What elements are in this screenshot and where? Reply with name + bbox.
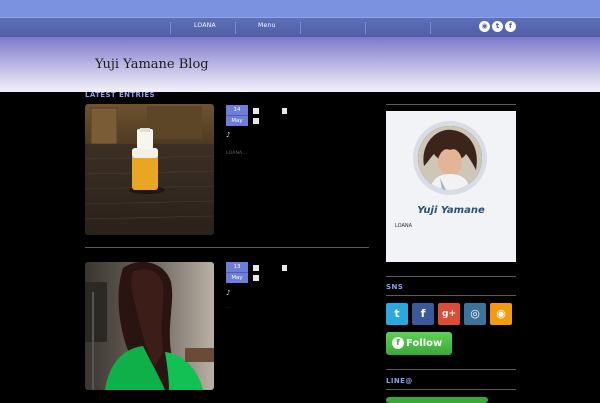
category-icon xyxy=(253,108,259,114)
twitter-icon[interactable]: t xyxy=(492,21,503,32)
feedly-icon: f xyxy=(392,337,404,349)
rss-icon[interactable]: ◉ xyxy=(490,303,512,325)
sns-title: SNS xyxy=(386,283,404,291)
post-excerpt: LOANA... xyxy=(226,151,248,156)
profile-description: LOANA xyxy=(395,223,413,229)
post-month: May xyxy=(231,118,243,124)
site-header: Yuji Yamane Blog xyxy=(0,37,600,92)
sidebar-divider xyxy=(386,276,516,277)
rss-icon[interactable]: ◉ xyxy=(479,21,490,32)
comment-icon xyxy=(282,265,287,271)
post-date-badge: 13 May xyxy=(226,262,248,283)
profile-card: Yuji Yamane LOANA xyxy=(386,111,516,262)
top-strip xyxy=(0,0,600,17)
nav-item-menu[interactable]: Menu xyxy=(258,22,276,29)
avatar-photo xyxy=(418,126,482,190)
sidebar-divider xyxy=(386,104,516,105)
latest-entries-title: LATEST ENTRIES xyxy=(85,91,155,99)
follow-label: Follow xyxy=(406,338,443,349)
comment-icon xyxy=(282,108,287,114)
instagram-icon[interactable]: ◎ xyxy=(464,303,486,325)
post-excerpt: ... xyxy=(226,305,231,310)
post-date-badge: 14 May xyxy=(226,105,248,126)
nav-separator xyxy=(430,22,431,34)
post-thumbnail[interactable] xyxy=(85,262,214,390)
twitter-icon[interactable]: t xyxy=(386,303,408,325)
sidebar-divider xyxy=(386,389,516,390)
blog-title[interactable]: Yuji Yamane Blog xyxy=(95,57,209,72)
nav-separator xyxy=(300,22,301,34)
sidebar-divider xyxy=(386,369,516,370)
line-add-friend-button[interactable] xyxy=(386,397,488,403)
post-note: ♪ xyxy=(226,131,231,139)
profile-name: Yuji Yamane xyxy=(417,205,485,216)
avatar[interactable] xyxy=(418,126,482,190)
nav-bar: LOANA Menu ◉ t f xyxy=(0,17,600,37)
post-thumbnail[interactable] xyxy=(85,104,214,235)
sidebar-divider xyxy=(386,295,516,296)
nav-item-loana[interactable]: LOANA xyxy=(194,22,216,29)
tag-icon xyxy=(253,275,259,281)
facebook-icon[interactable]: f xyxy=(505,21,516,32)
post-divider xyxy=(85,247,369,248)
nav-separator xyxy=(365,22,366,34)
post-month: May xyxy=(231,275,243,281)
post-day: 13 xyxy=(226,262,248,273)
bottle-photo xyxy=(85,104,214,235)
category-icon xyxy=(253,265,259,271)
post-note: ♪ xyxy=(226,289,231,297)
avatar-ring xyxy=(413,121,487,195)
line-title: LINE@ xyxy=(386,377,413,385)
post-day: 14 xyxy=(226,105,248,116)
nav-separator xyxy=(170,22,171,34)
follow-button[interactable]: f Follow xyxy=(386,332,452,355)
nav-separator xyxy=(235,22,236,34)
google-plus-icon[interactable]: g+ xyxy=(438,303,460,325)
facebook-icon[interactable]: f xyxy=(412,303,434,325)
tag-icon xyxy=(253,118,259,124)
hair-photo xyxy=(85,262,214,390)
